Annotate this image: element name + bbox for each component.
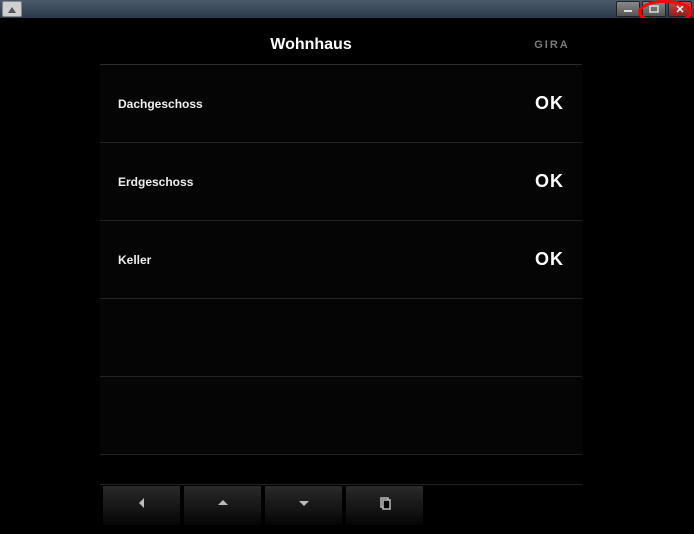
nav-copy-button[interactable] <box>345 485 424 526</box>
nav-down-button[interactable] <box>264 485 343 526</box>
room-row-erdgeschoss[interactable]: Erdgeschoss OK <box>100 143 582 221</box>
minimize-button[interactable] <box>616 1 640 17</box>
room-status: OK <box>535 93 564 114</box>
chevron-left-icon <box>135 496 149 515</box>
room-row-empty <box>100 377 582 455</box>
room-row-empty <box>100 299 582 377</box>
panel-header: Wohnhaus GIRA <box>100 26 582 65</box>
room-label: Keller <box>118 253 151 267</box>
room-label: Erdgeschoss <box>118 175 193 189</box>
chevron-down-icon <box>297 496 311 515</box>
room-list: Dachgeschoss OK Erdgeschoss OK Keller OK <box>100 65 582 484</box>
room-status: OK <box>535 171 564 192</box>
nav-up-button[interactable] <box>183 485 262 526</box>
room-row-keller[interactable]: Keller OK <box>100 221 582 299</box>
chevron-up-icon <box>216 496 230 515</box>
nav-back-button[interactable] <box>102 485 181 526</box>
page-title: Wohnhaus <box>100 36 522 54</box>
copy-icon <box>378 496 392 515</box>
main-panel: Wohnhaus GIRA Dachgeschoss OK Erdgeschos… <box>100 26 582 526</box>
maximize-button[interactable] <box>642 1 666 17</box>
close-button[interactable] <box>668 1 692 17</box>
room-label: Dachgeschoss <box>118 97 203 111</box>
window-titlebar <box>0 0 694 18</box>
room-row-dachgeschoss[interactable]: Dachgeschoss OK <box>100 65 582 143</box>
room-status: OK <box>535 249 564 270</box>
brand-label: GIRA <box>522 39 582 51</box>
bottom-navbar <box>100 484 582 526</box>
app-viewport: Wohnhaus GIRA Dachgeschoss OK Erdgeschos… <box>0 18 694 534</box>
window-controls <box>616 1 692 17</box>
nav-spacer <box>426 485 580 526</box>
app-icon <box>2 1 22 17</box>
